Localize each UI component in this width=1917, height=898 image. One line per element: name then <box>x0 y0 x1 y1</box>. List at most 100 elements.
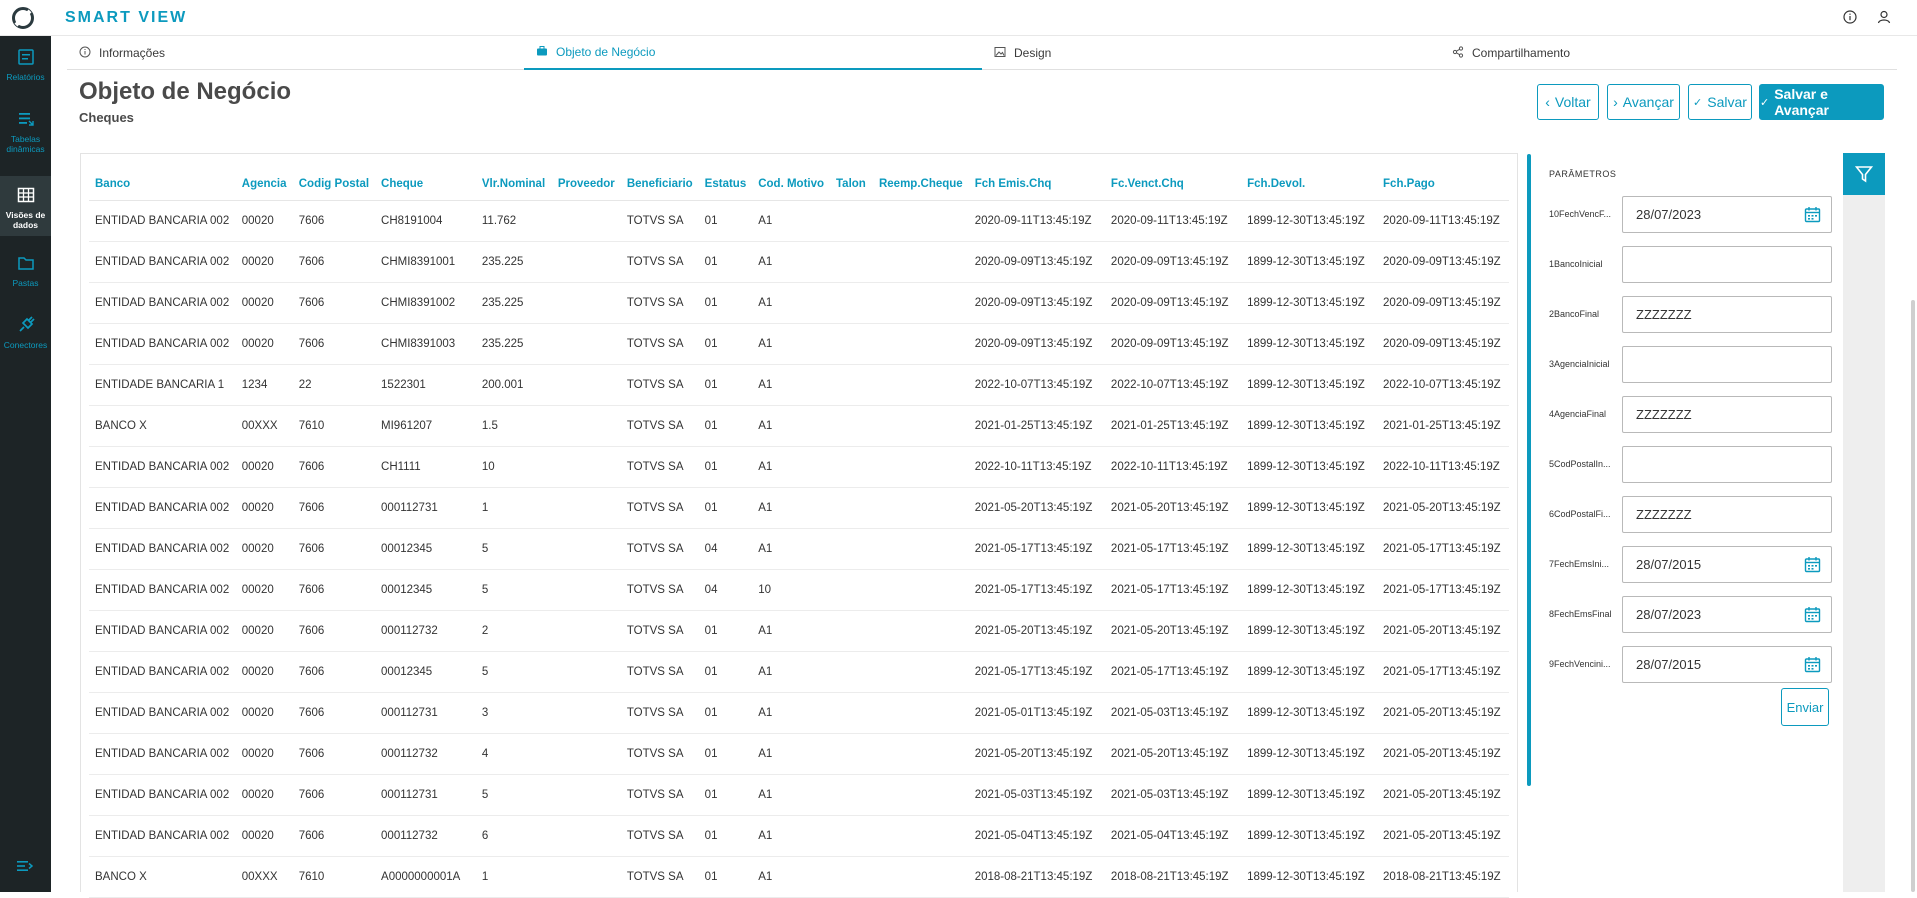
save-and-next-button[interactable]: ✓ Salvar e Avançar <box>1759 84 1884 120</box>
parameter-input[interactable] <box>1622 446 1832 483</box>
parameter-input[interactable] <box>1622 246 1832 283</box>
parameter-label: 1BancoInicial <box>1549 259 1603 269</box>
column-header[interactable]: Codig Postal <box>292 168 376 201</box>
table-cell: 2022-10-11T13:45:19Z <box>1377 446 1509 488</box>
filter-button[interactable] <box>1843 153 1885 195</box>
column-header[interactable]: Fc.Venct.Chq <box>1104 168 1242 201</box>
table-cell: TOTVS SA <box>620 446 699 488</box>
next-button[interactable]: › Avançar <box>1607 84 1680 120</box>
table-row[interactable]: ENTIDAD BANCARIA 002 00020 7606 000112731 5 T… <box>89 774 1509 816</box>
table-row[interactable]: ENTIDAD BANCARIA 002 00020 7606 00012345 5 TO… <box>89 651 1509 693</box>
table-row[interactable]: ENTIDAD BANCARIA 002 00020 7606 000112731 1 T… <box>89 487 1509 529</box>
table-row[interactable]: BANCO X 00XXX 7610 A0000000001A 1 TOTVS SA 01 A… <box>89 856 1509 898</box>
column-header[interactable]: Estatus <box>698 168 753 201</box>
table-cell: 1899-12-30T13:45:19Z <box>1241 405 1378 447</box>
info-icon[interactable] <box>1842 10 1858 26</box>
table-cell: TOTVS SA <box>620 610 699 652</box>
parameter-input[interactable]: 28/07/2023 <box>1622 196 1832 233</box>
table-row[interactable]: ENTIDAD BANCARIA 002 00020 7606 00012345 5 TO… <box>89 569 1509 611</box>
calendar-icon[interactable] <box>1804 656 1821 673</box>
column-header[interactable]: Beneficiario <box>620 168 699 201</box>
column-header[interactable]: Vlr.Nominal <box>475 168 552 201</box>
sidebar-item-label: Pastas <box>12 278 39 288</box>
column-header[interactable]: Cod. Motivo <box>752 168 831 201</box>
parameter-label: 4AgenciaFinal <box>1549 409 1607 419</box>
table-cell <box>551 487 621 529</box>
tab-objeto-de-negocio[interactable]: Objeto de Negócio <box>524 36 982 70</box>
column-header[interactable]: Talon <box>830 168 873 201</box>
parameter-input[interactable]: ZZZZZZZ <box>1622 496 1832 533</box>
column-header[interactable]: Agencia <box>235 168 293 201</box>
table-cell: 2 <box>475 610 552 652</box>
parameter-input[interactable] <box>1622 346 1832 383</box>
column-header[interactable]: Proveedor <box>551 168 621 201</box>
column-header[interactable]: Reemp.Cheque <box>872 168 969 201</box>
table-cell: 2020-09-09T13:45:19Z <box>1377 282 1509 324</box>
table-row[interactable]: ENTIDADE BANCARIA 1 1234 22 1522301 200.001 T… <box>89 364 1509 406</box>
table-cell: 1899-12-30T13:45:19Z <box>1241 528 1378 570</box>
parameter-input[interactable]: 28/07/2023 <box>1622 596 1832 633</box>
table-row[interactable]: ENTIDAD BANCARIA 002 00020 7606 000112732 4 T… <box>89 733 1509 775</box>
table-cell: 2020-09-11T13:45:19Z <box>1377 200 1509 242</box>
calendar-icon[interactable] <box>1804 556 1821 573</box>
sidebar-item-reports[interactable]: Relatórios <box>0 48 51 82</box>
column-header[interactable]: Fch.Pago <box>1377 168 1509 201</box>
sidebar: Relatórios Tabelas dinâmicas Visões de d… <box>0 36 51 892</box>
table-cell <box>830 323 873 365</box>
parameter-input[interactable]: ZZZZZZZ <box>1622 296 1832 333</box>
table-cell: TOTVS SA <box>620 364 699 406</box>
table-cell: 7606 <box>292 200 376 242</box>
save-button[interactable]: ✓ Salvar <box>1688 84 1752 120</box>
column-header[interactable]: Cheque <box>375 168 476 201</box>
collapse-menu-icon[interactable] <box>17 859 34 878</box>
table-row[interactable]: ENTIDAD BANCARIA 002 00020 7606 CHMI8391003… <box>89 323 1509 365</box>
sidebar-item-folders[interactable]: Pastas <box>0 254 51 288</box>
table-cell: CH1111 <box>375 446 476 488</box>
table-row[interactable]: ENTIDAD BANCARIA 002 00020 7606 00012345 5 TO… <box>89 528 1509 570</box>
pivot-table-icon <box>18 113 34 126</box>
sidebar-item-pivot-tables[interactable]: Tabelas dinâmicas <box>0 110 51 154</box>
table-cell <box>830 692 873 734</box>
calendar-icon[interactable] <box>1804 606 1821 623</box>
column-header[interactable]: Fch.Devol. <box>1241 168 1378 201</box>
table-cell <box>872 733 969 775</box>
table-row[interactable]: BANCO X 00XXX 7610 MI961207 1.5 TOTVS SA 01 A1 2… <box>89 405 1509 447</box>
app-title: SMART VIEW <box>65 9 188 26</box>
send-button[interactable]: Enviar <box>1781 688 1829 726</box>
table-cell: 01 <box>698 487 753 529</box>
table-cell: 10 <box>475 446 552 488</box>
user-icon[interactable] <box>1876 10 1892 26</box>
parameter-input[interactable]: 28/07/2015 <box>1622 646 1832 683</box>
tab-informacoes[interactable]: Informações <box>67 36 524 70</box>
table-cell <box>551 405 621 447</box>
parameter-input[interactable]: ZZZZZZZ <box>1622 396 1832 433</box>
table-row[interactable]: ENTIDAD BANCARIA 002 00020 7606 000112732 6 T… <box>89 815 1509 857</box>
parameter-input[interactable]: 28/07/2015 <box>1622 546 1832 583</box>
page-scrollbar[interactable] <box>1911 300 1915 892</box>
column-header[interactable]: Banco <box>89 168 236 201</box>
sidebar-item-connectors[interactable]: Conectores <box>0 316 51 350</box>
table-cell: 00XXX <box>235 405 293 447</box>
table-row[interactable]: ENTIDAD BANCARIA 002 00020 7606 CHMI8391001… <box>89 241 1509 283</box>
tab-design[interactable]: Design <box>982 36 1440 70</box>
table-row[interactable]: ENTIDAD BANCARIA 002 00020 7606 000112731 3 T… <box>89 692 1509 734</box>
table-row[interactable]: ENTIDAD BANCARIA 002 00020 7606 CH1111 10 TOT… <box>89 446 1509 488</box>
table-cell: 2021-05-17T13:45:19Z <box>968 569 1105 611</box>
sidebar-item-data-views[interactable]: Visões de dados <box>0 176 51 236</box>
table-cell: ENTIDAD BANCARIA 002 <box>89 487 236 529</box>
table-cell: 7606 <box>292 446 376 488</box>
table-row[interactable]: ENTIDAD BANCARIA 002 00020 7606 CH8191004 11… <box>89 200 1509 242</box>
table-cell <box>551 200 621 242</box>
briefcase-icon <box>536 45 548 60</box>
table-scrollbar[interactable] <box>1527 154 1531 786</box>
table-row[interactable]: ENTIDAD BANCARIA 002 00020 7606 000112732 2 T… <box>89 610 1509 652</box>
tab-compartilhamento[interactable]: Compartilhamento <box>1440 36 1898 70</box>
back-button[interactable]: ‹ Voltar <box>1537 84 1599 120</box>
table-cell <box>830 241 873 283</box>
column-header[interactable]: Fch Emis.Chq <box>968 168 1105 201</box>
table-cell: 2021-05-20T13:45:19Z <box>1377 774 1509 816</box>
calendar-icon[interactable] <box>1804 206 1821 223</box>
table-cell <box>830 405 873 447</box>
table-row[interactable]: ENTIDAD BANCARIA 002 00020 7606 CHMI8391002… <box>89 282 1509 324</box>
table-cell <box>551 364 621 406</box>
